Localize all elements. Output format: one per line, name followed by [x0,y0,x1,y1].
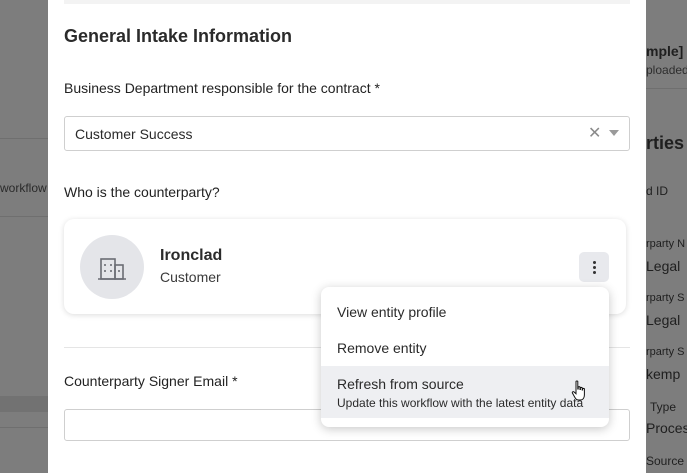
background-right-panel: mple] A ploaded rties d ID rparty N Lega… [646,0,687,473]
background-left-panel: workflow [0,0,48,473]
background-divider [0,427,48,428]
signer-email-label: Counterparty Signer Email * [64,373,238,389]
kebab-dot [593,261,596,264]
entity-name: Ironclad [160,247,223,264]
menu-item-label: Refresh from source [337,376,464,392]
menu-item-label: View entity profile [337,304,447,320]
menu-item-remove-entity[interactable]: Remove entity [321,327,609,365]
entity-avatar [80,235,144,299]
background-divider [0,138,48,139]
menu-item-refresh-from-source[interactable]: Refresh from source Update this workflow… [321,366,609,418]
kebab-dot [593,266,596,269]
background-text-fragment: ploaded [646,63,687,77]
clear-icon[interactable]: ✕ [588,123,601,143]
department-select[interactable]: Customer Success ✕ [64,116,630,151]
modal-header-strip [64,0,630,4]
background-text-fragment: Process [646,420,687,436]
background-text-fragment: rties [646,133,685,153]
background-text-fragment: workflow [0,181,47,195]
entity-type: Customer [160,269,221,285]
entity-actions-menu: View entity profile Remove entity Refres… [321,287,609,427]
building-icon [98,258,126,280]
kebab-dot [593,271,596,274]
menu-item-label: Remove entity [337,340,427,356]
chevron-down-icon[interactable] [609,130,619,136]
background-text-fragment: mple] A [646,43,687,59]
background-text-fragment: Legal [646,258,681,274]
menu-item-view-entity-profile[interactable]: View entity profile [321,287,609,327]
background-text-fragment: Source [646,454,685,468]
background-text-fragment: kemp [646,366,681,382]
background-divider [0,216,48,217]
background-text-fragment: Legal [646,312,681,328]
background-text-fragment: rparty S [646,292,685,304]
background-divider [646,88,687,89]
more-options-button[interactable] [579,252,609,282]
department-label: Business Department responsible for the … [64,80,380,96]
background-text-fragment: rparty S [646,346,685,358]
counterparty-label: Who is the counterparty? [64,184,220,200]
department-select-value: Customer Success [75,126,193,142]
section-title: General Intake Information [64,26,293,46]
background-text-fragment: Type [650,400,677,414]
hand-cursor-icon [571,380,585,401]
menu-item-description: Update this workflow with the latest ent… [337,396,584,410]
background-text-fragment: rparty N [646,238,686,250]
background-highlight-row [0,396,48,412]
background-text-fragment: d ID [646,184,669,198]
